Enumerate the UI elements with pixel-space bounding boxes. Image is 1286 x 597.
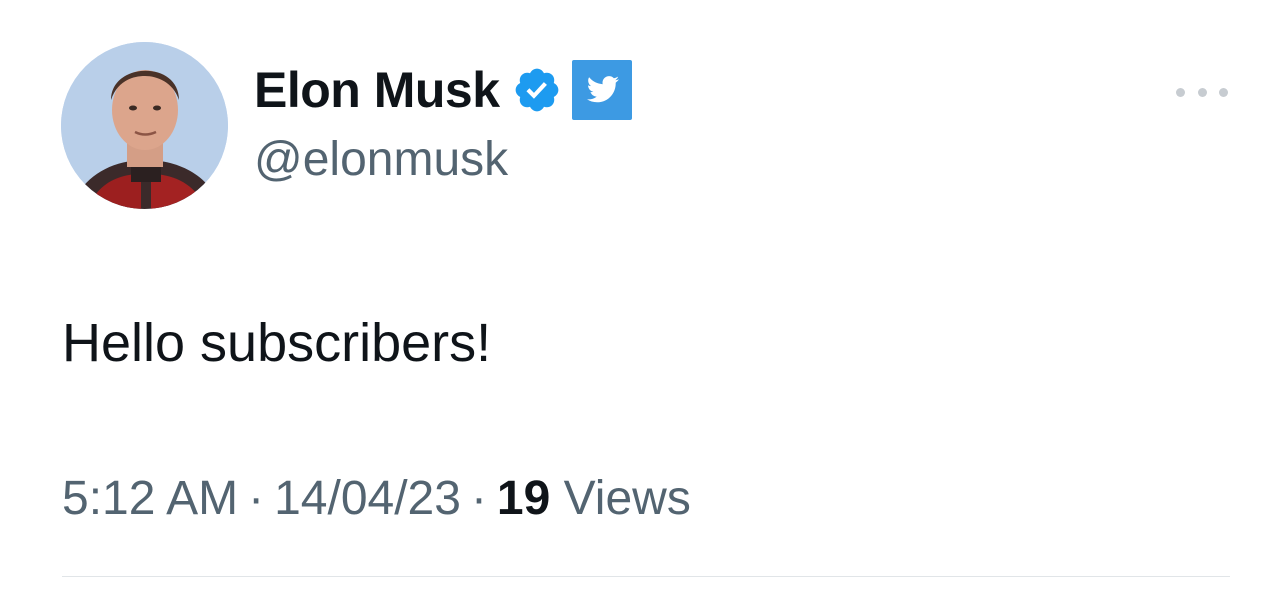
author-display-name[interactable]: Elon Musk: [254, 65, 500, 115]
author-handle[interactable]: @elonmusk: [254, 132, 508, 188]
more-dot: [1176, 87, 1185, 97]
twitter-bird-icon[interactable]: [571, 60, 632, 120]
tweet-meta: 5:12 AM · 14/04/23 · 19 Views: [62, 466, 691, 532]
meta-separator: ·: [470, 472, 487, 525]
tweet-card: Elon Musk @elonmusk Hello subscribers! 5…: [0, 0, 1286, 597]
more-dot: [1219, 87, 1228, 97]
verified-badge-icon[interactable]: [512, 65, 562, 115]
author-name-row: Elon Musk: [254, 58, 632, 122]
tweet-date[interactable]: 14/04/23: [274, 472, 461, 525]
views-label: Views: [563, 472, 691, 525]
views-count: 19: [496, 472, 551, 525]
tweet-time[interactable]: 5:12 AM: [62, 472, 238, 525]
more-options-icon[interactable]: [1176, 78, 1228, 106]
divider: [62, 576, 1230, 577]
avatar-image: [61, 42, 228, 209]
meta-separator: ·: [248, 472, 265, 525]
tweet-text: Hello subscribers!: [62, 313, 492, 373]
more-dot: [1197, 87, 1207, 97]
author-avatar[interactable]: [61, 42, 228, 209]
